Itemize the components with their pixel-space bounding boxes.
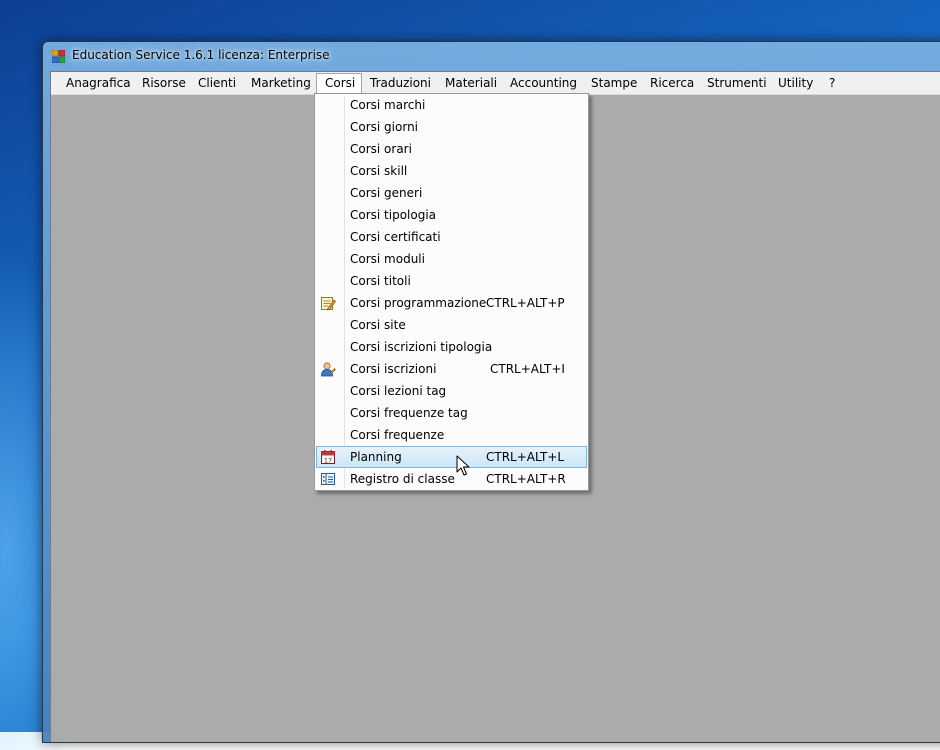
menu-item-label: Corsi tipologia bbox=[350, 208, 437, 222]
menu-item-label: Corsi iscrizioni bbox=[350, 362, 437, 376]
menu-bar: Anagrafica Risorse Clienti Marketing Cor… bbox=[51, 72, 940, 95]
menu-item-corsi-site[interactable]: Corsi site bbox=[316, 314, 587, 336]
menu-item-label: Corsi marchi bbox=[350, 98, 426, 112]
menu-item-label: Corsi moduli bbox=[350, 252, 425, 266]
menu-item-label: Corsi generi bbox=[350, 186, 423, 200]
corsi-dropdown-menu: Corsi marchi Corsi giorni Corsi orari Co… bbox=[314, 93, 589, 491]
menu-accounting[interactable]: Accounting bbox=[502, 73, 585, 93]
calendar-icon: 17 bbox=[321, 450, 335, 465]
menu-anagrafica[interactable]: Anagrafica bbox=[58, 73, 139, 93]
menu-risorse[interactable]: Risorse bbox=[134, 73, 194, 93]
menu-utility[interactable]: Utility bbox=[770, 73, 821, 93]
menu-item-shortcut: CTRL+ALT+R bbox=[486, 472, 566, 486]
menu-item-shortcut: CTRL+ALT+L bbox=[486, 450, 565, 464]
menu-item-corsi-moduli[interactable]: Corsi moduli bbox=[316, 248, 587, 270]
menu-item-label: Corsi skill bbox=[350, 164, 408, 178]
menu-item-corsi-titoli[interactable]: Corsi titoli bbox=[316, 270, 587, 292]
menu-item-corsi-skill[interactable]: Corsi skill bbox=[316, 160, 587, 182]
svg-text:17: 17 bbox=[324, 457, 332, 465]
menu-item-corsi-orari[interactable]: Corsi orari bbox=[316, 138, 587, 160]
menu-item-corsi-lezioni-tag[interactable]: Corsi lezioni tag bbox=[316, 380, 587, 402]
menu-item-shortcut: CTRL+ALT+P bbox=[486, 296, 565, 310]
menu-stampe[interactable]: Stampe bbox=[583, 73, 645, 93]
menu-item-label: Registro di classe bbox=[350, 472, 455, 486]
menu-corsi[interactable]: Corsi bbox=[316, 73, 362, 93]
menu-item-planning[interactable]: 17 Planning CTRL+ALT+L bbox=[316, 446, 587, 468]
menu-item-label: Corsi iscrizioni tipologia bbox=[350, 340, 493, 354]
menu-item-label: Corsi lezioni tag bbox=[350, 384, 447, 398]
schedule-edit-icon bbox=[321, 297, 336, 311]
mouse-cursor-icon bbox=[456, 455, 470, 476]
menu-item-label: Corsi titoli bbox=[350, 274, 411, 288]
window-title: Education Service 1.6.1 licenza: Enterpr… bbox=[72, 48, 330, 62]
menu-item-corsi-tipologia[interactable]: Corsi tipologia bbox=[316, 204, 587, 226]
menu-item-corsi-programmazione[interactable]: Corsi programmazione CTRL+ALT+P bbox=[316, 292, 587, 314]
menu-materiali[interactable]: Materiali bbox=[437, 73, 505, 93]
menu-item-label: Corsi frequenze tag bbox=[350, 406, 468, 420]
menu-item-corsi-marchi[interactable]: Corsi marchi bbox=[316, 94, 587, 116]
menu-item-corsi-iscrizioni-tipologia[interactable]: Corsi iscrizioni tipologia bbox=[316, 336, 587, 358]
menu-marketing[interactable]: Marketing bbox=[243, 73, 319, 93]
user-enroll-icon bbox=[321, 362, 336, 377]
title-bar[interactable]: Education Service 1.6.1 licenza: Enterpr… bbox=[43, 42, 940, 70]
menu-item-corsi-frequenze-tag[interactable]: Corsi frequenze tag bbox=[316, 402, 587, 424]
register-icon bbox=[321, 473, 335, 485]
menu-ricerca[interactable]: Ricerca bbox=[642, 73, 702, 93]
app-icon bbox=[52, 50, 65, 63]
menu-strumenti[interactable]: Strumenti bbox=[699, 73, 775, 93]
menu-item-label: Corsi programmazione bbox=[350, 296, 487, 310]
menu-item-label: Planning bbox=[350, 450, 402, 464]
menu-item-registro-di-classe[interactable]: Registro di classe CTRL+ALT+R bbox=[316, 468, 587, 490]
menu-item-shortcut: CTRL+ALT+I bbox=[490, 362, 565, 376]
menu-item-label: Corsi frequenze bbox=[350, 428, 445, 442]
menu-item-label: Corsi site bbox=[350, 318, 406, 332]
menu-help[interactable]: ? bbox=[821, 73, 843, 93]
menu-traduzioni[interactable]: Traduzioni bbox=[362, 73, 439, 93]
menu-item-corsi-generi[interactable]: Corsi generi bbox=[316, 182, 587, 204]
menu-item-label: Corsi certificati bbox=[350, 230, 441, 244]
menu-item-corsi-certificati[interactable]: Corsi certificati bbox=[316, 226, 587, 248]
menu-item-corsi-giorni[interactable]: Corsi giorni bbox=[316, 116, 587, 138]
menu-item-corsi-iscrizioni[interactable]: Corsi iscrizioni CTRL+ALT+I bbox=[316, 358, 587, 380]
menu-item-corsi-frequenze[interactable]: Corsi frequenze bbox=[316, 424, 587, 446]
menu-item-label: Corsi orari bbox=[350, 142, 412, 156]
menu-item-label: Corsi giorni bbox=[350, 120, 419, 134]
menu-clienti[interactable]: Clienti bbox=[190, 73, 244, 93]
